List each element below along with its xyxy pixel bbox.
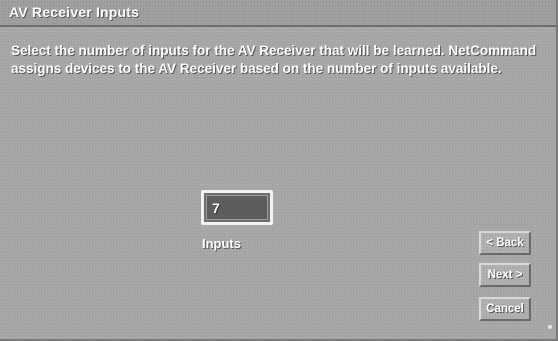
back-button[interactable]: < Back <box>479 231 531 255</box>
instructions-text: Select the number of inputs for the AV R… <box>11 43 537 76</box>
inputs-label: Inputs <box>202 236 241 251</box>
inputs-count-field[interactable]: 7 <box>201 190 273 225</box>
inputs-count-field-inner: 7 <box>207 196 267 219</box>
av-receiver-inputs-screen: AV Receiver Inputs Select the number of … <box>0 0 558 341</box>
inputs-count-value: 7 <box>212 200 220 216</box>
title-bar: AV Receiver Inputs <box>0 0 556 27</box>
corner-dot-icon <box>548 325 552 329</box>
next-button[interactable]: Next > <box>479 263 531 287</box>
cancel-button[interactable]: Cancel <box>479 297 531 321</box>
window-title: AV Receiver Inputs <box>9 4 140 20</box>
